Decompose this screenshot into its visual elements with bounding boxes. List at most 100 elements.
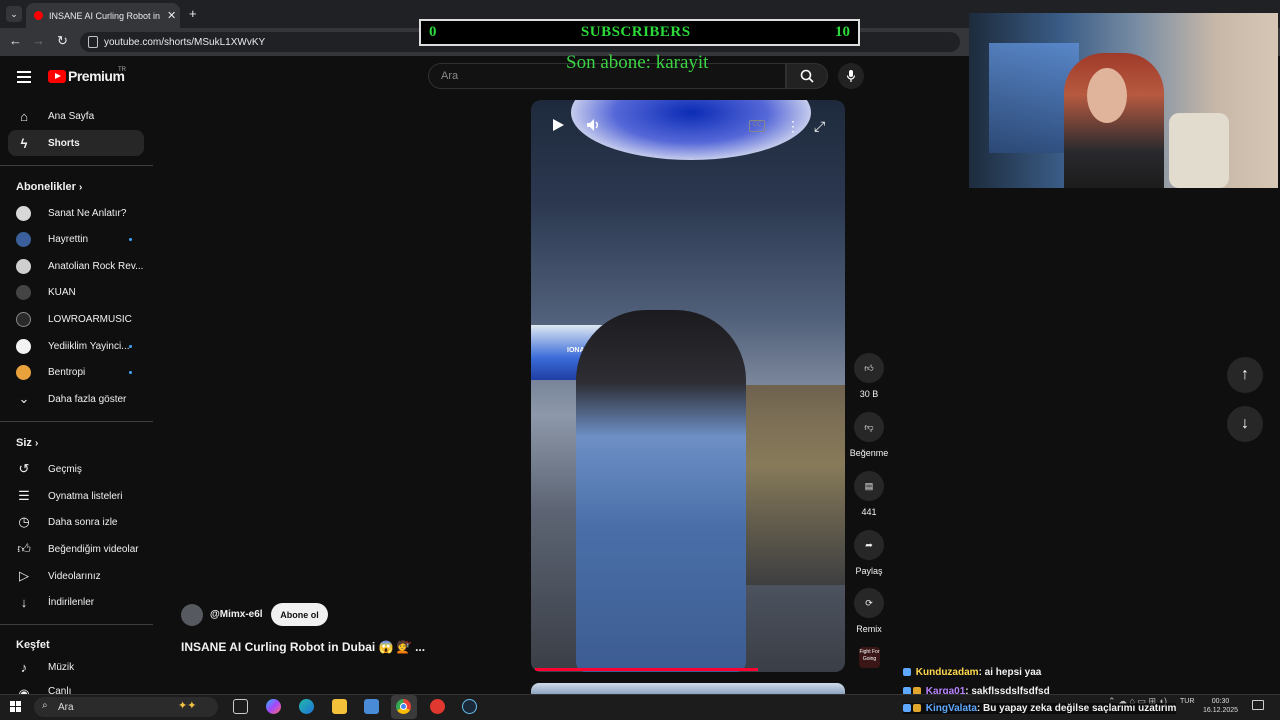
dislike-button[interactable]: 👎︎ Beğenme [849, 412, 889, 458]
thumbs-down-icon: 👎︎ [854, 412, 884, 442]
play-icon[interactable] [551, 118, 565, 135]
language-indicator[interactable]: TUR [1180, 697, 1194, 706]
edge-icon[interactable] [299, 699, 314, 714]
site-info-icon[interactable] [88, 36, 98, 48]
chat-username: Kunduzadam [915, 667, 979, 678]
video-progress-bar[interactable] [535, 668, 759, 671]
voice-search-button[interactable] [838, 63, 864, 89]
sidebar-item-label: Shorts [48, 137, 80, 149]
channel-avatar [16, 258, 31, 274]
more-options-icon[interactable]: ⋮ [786, 118, 800, 135]
new-content-dot [129, 344, 132, 348]
you-header[interactable]: Siz › [16, 437, 38, 449]
notifications-icon[interactable] [1252, 700, 1264, 710]
clock[interactable]: 00:30 16.12.2025 [1203, 697, 1238, 715]
divider [0, 421, 153, 422]
back-icon[interactable]: ← [9, 33, 22, 48]
clock-date: 16.12.2025 [1203, 707, 1239, 714]
channel-avatar [16, 338, 31, 354]
video-title[interactable]: INSANE AI Curling Robot in Dubai 😱 💇 ... [181, 640, 425, 654]
obs-recording-icon[interactable] [430, 699, 445, 714]
clock-icon: ◷ [18, 514, 30, 529]
search-button[interactable] [786, 63, 828, 89]
sidebar-item-history[interactable]: ↺ Geçmiş [8, 456, 144, 482]
subscriptions-header[interactable]: Abonelikler › [16, 181, 82, 193]
next-video-preview[interactable] [531, 683, 845, 694]
shorts-video-player[interactable]: IONA LABS CC ⋮ ⤢ [531, 100, 845, 672]
like-button[interactable]: 👍︎ 30 B [849, 353, 889, 399]
channel-avatar[interactable] [181, 604, 203, 626]
sidebar-item-subscription[interactable]: LOWROARMUSIC [8, 306, 144, 332]
chrome-taskbar-active[interactable] [391, 695, 417, 719]
new-tab-icon[interactable]: + [189, 6, 197, 21]
subscriber-goal: 10 [835, 24, 850, 40]
sidebar-item-label: Ana Sayfa [48, 110, 95, 122]
chat-badge-icon [903, 704, 911, 712]
sidebar-item-your-videos[interactable]: ▷ Videolarınız [8, 563, 144, 589]
microsoft-store-icon[interactable] [364, 699, 379, 714]
sidebar-item-label: Daha sonra izle [48, 516, 118, 528]
youtube-logo-icon[interactable] [48, 70, 66, 83]
divider [0, 624, 153, 625]
thumbs-up-icon: 👍︎ [17, 541, 31, 556]
subscriptions-header-label: Abonelikler [16, 181, 76, 193]
sidebar-item-subscription[interactable]: Sanat Ne Anlatır? [8, 200, 144, 226]
previous-video-button[interactable]: ↑ [1227, 357, 1263, 393]
forward-icon[interactable]: → [32, 33, 45, 48]
sidebar-item-downloads[interactable]: ↓ İndirilenler [8, 589, 144, 615]
language-text: TUR [1180, 698, 1195, 705]
channel-name[interactable]: @Mimx-e6l [210, 609, 263, 620]
youtube-favicon-icon [34, 11, 43, 20]
comments-button[interactable]: ▤ 441 [849, 471, 889, 517]
dislike-label: Beğenme [849, 448, 889, 458]
copilot-icon[interactable] [266, 699, 281, 714]
close-tab-icon[interactable]: ✕ [167, 9, 176, 22]
new-content-dot [129, 237, 132, 241]
logo-text[interactable]: Premium [68, 68, 125, 84]
task-view-icon[interactable] [233, 699, 248, 714]
sidebar-item-subscription[interactable]: KUAN [8, 279, 144, 305]
explore-header: Keşfet [16, 639, 50, 651]
sound-thumbnail-icon[interactable]: Fight For Going [859, 647, 880, 668]
live-icon: ◉ [18, 686, 30, 694]
channel-avatar [16, 231, 31, 247]
sidebar-item-watch-later[interactable]: ◷ Daha sonra izle [8, 509, 144, 535]
sidebar-item-home[interactable]: ⌂ Ana Sayfa [8, 103, 144, 129]
webcam-chair [1169, 113, 1229, 188]
menu-icon[interactable] [17, 71, 31, 83]
remix-button[interactable]: ⟳ Remix [849, 588, 889, 634]
country-code: TR [118, 67, 126, 73]
chat-badge-icon [903, 668, 911, 676]
volume-icon[interactable] [586, 118, 602, 135]
captions-icon[interactable]: CC [749, 120, 765, 132]
sidebar-item-liked-videos[interactable]: 👍︎ Beğendiğim videolar [8, 536, 144, 562]
sidebar-item-music[interactable]: ♪ Müzik [8, 654, 144, 680]
remix-label: Remix [856, 624, 882, 634]
sidebar-item-label: Yediiklim Yayinci... [48, 340, 130, 352]
show-more-button[interactable]: ⌄ Daha fazla göster [8, 386, 144, 412]
sidebar-item-subscription[interactable]: Anatolian Rock Rev... [8, 253, 144, 279]
file-explorer-icon[interactable] [332, 699, 347, 714]
sidebar-item-subscription[interactable]: Bentropi [8, 359, 144, 385]
next-video-button[interactable]: ↓ [1227, 406, 1263, 442]
sidebar-item-playlists[interactable]: ☰ Oynatma listeleri [8, 483, 144, 509]
new-content-dot [129, 370, 132, 374]
sidebar-item-subscription[interactable]: Yediiklim Yayinci... [8, 333, 144, 359]
subscribe-button[interactable]: Abone ol [271, 603, 328, 626]
reload-icon[interactable]: ↻ [57, 33, 68, 49]
shorts-icon: ϟ [20, 135, 28, 151]
sidebar-item-live[interactable]: ◉ Canlı [8, 681, 144, 694]
sidebar-item-subscription[interactable]: Hayrettin [8, 226, 144, 252]
fullscreen-icon[interactable]: ⤢ [814, 118, 825, 135]
taskbar-search-input[interactable]: ⌕ Ara ✦✦ [34, 697, 218, 717]
tab-list-icon[interactable]: ⌄ [6, 6, 22, 22]
steam-icon[interactable] [462, 699, 477, 714]
video-icon: ▷ [19, 568, 29, 583]
browser-tab[interactable]: INSANE AI Curling Robot in Dubai ✕ [26, 3, 180, 28]
sidebar-item-shorts[interactable]: ϟ Shorts [8, 130, 144, 156]
home-icon: ⌂ [20, 108, 28, 124]
windows-start-icon[interactable] [10, 701, 22, 713]
share-button[interactable]: ➦ Paylaş [849, 530, 889, 576]
subscriber-count-current: 0 [429, 24, 437, 40]
sidebar-item-label: KUAN [48, 286, 76, 298]
